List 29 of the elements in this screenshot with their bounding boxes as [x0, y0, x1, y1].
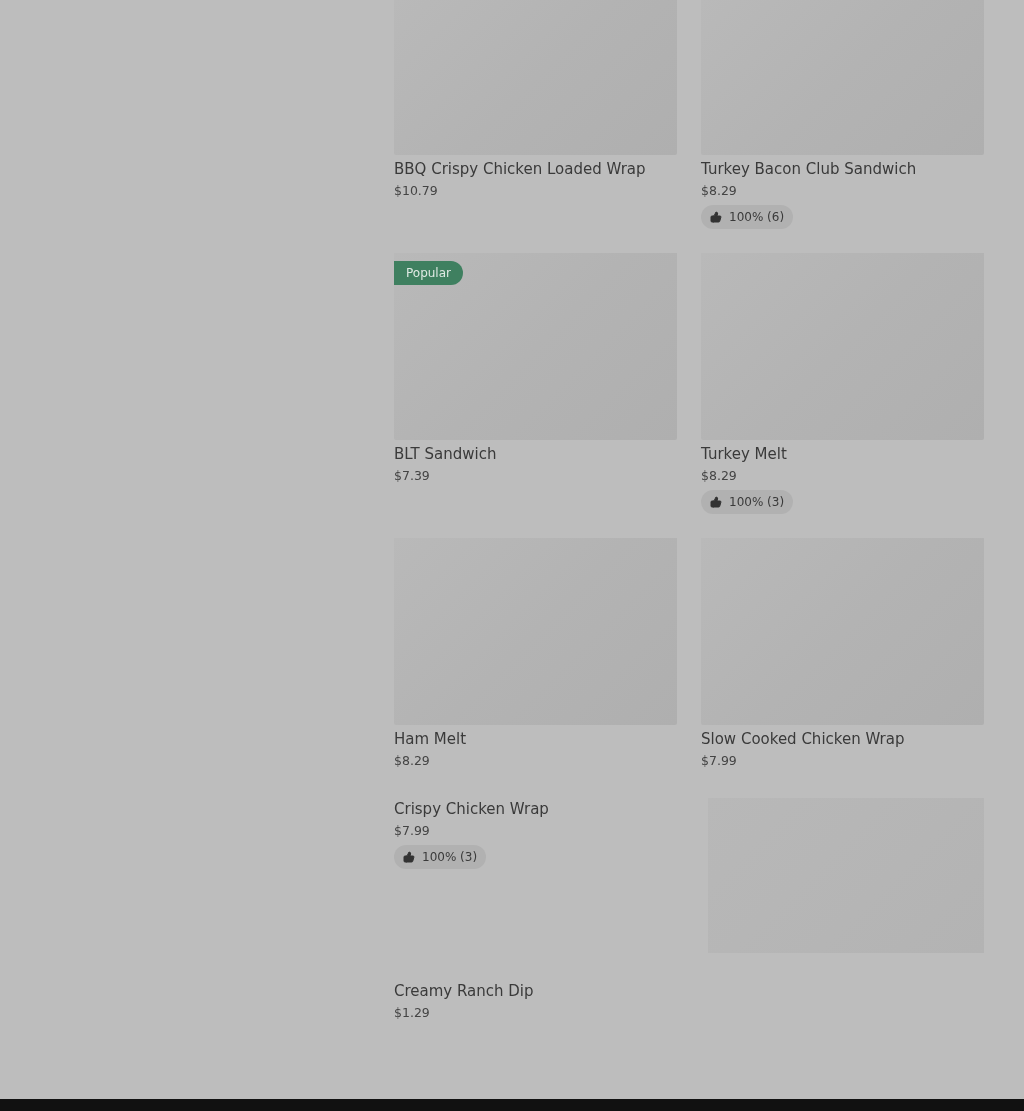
item-name: Creamy Ranch Dip [394, 981, 535, 1002]
item-price: $8.29 [394, 752, 431, 770]
rating-text: 100% (6) [729, 210, 785, 224]
item-name: Turkey Melt [701, 444, 788, 465]
item-name: BBQ Crispy Chicken Loaded Wrap [394, 159, 647, 180]
menu-card[interactable]: Turkey Bacon Club Sandwich $8.29 100% (6) [701, 0, 984, 229]
thumbs-up-icon [710, 496, 722, 508]
item-name: Crispy Chicken Wrap [394, 799, 549, 820]
rating-text: 100% (3) [729, 495, 785, 509]
menu-card[interactable]: Popular BLT Sandwich $7.39 [394, 253, 677, 514]
item-name: BLT Sandwich [394, 444, 498, 465]
item-price: $7.99 [394, 822, 431, 840]
menu-card[interactable]: Ham Melt $8.29 [394, 538, 677, 771]
menu-card[interactable]: BBQ Crispy Chicken Loaded Wrap $10.79 [394, 0, 677, 229]
item-price: $7.39 [394, 467, 431, 485]
item-price: $7.99 [701, 752, 738, 770]
item-price: $1.29 [394, 1004, 431, 1022]
menu-card[interactable]: Slow Cooked Chicken Wrap $7.99 [701, 538, 984, 771]
rating-text: 100% (3) [422, 850, 478, 864]
item-price: $8.29 [701, 467, 738, 485]
menu-card[interactable]: Turkey Melt $8.29 100% (3) [701, 253, 984, 514]
item-name: Ham Melt [394, 729, 468, 750]
popular-badge: Popular [394, 261, 463, 285]
item-name: Turkey Bacon Club Sandwich [701, 159, 918, 180]
thumbs-up-icon [403, 851, 415, 863]
item-price: $10.79 [394, 182, 439, 200]
item-name: Slow Cooked Chicken Wrap [701, 729, 906, 750]
item-price: $8.29 [701, 182, 738, 200]
thumbs-up-icon [710, 211, 722, 223]
